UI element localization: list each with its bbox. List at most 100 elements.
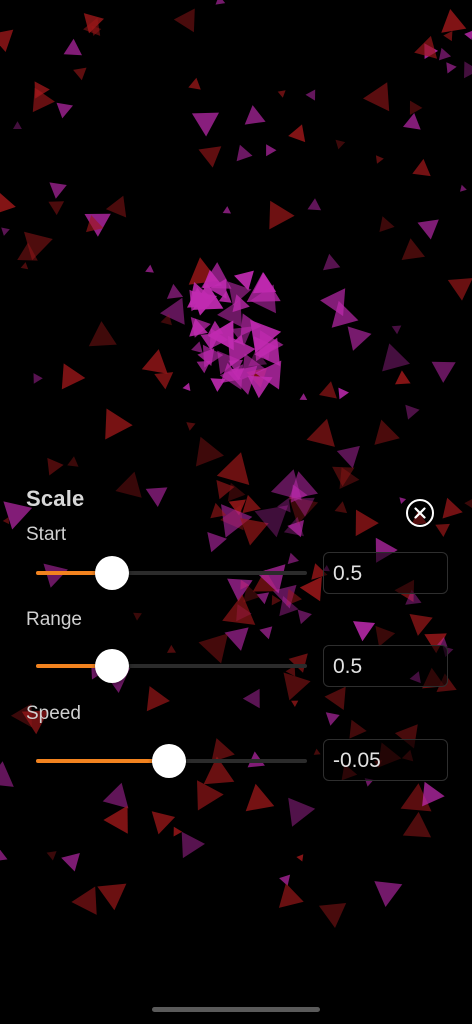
particle-triangle [20, 262, 29, 270]
particle-triangle [97, 883, 127, 911]
particle-triangle [154, 372, 174, 390]
particle-triangle [335, 139, 346, 150]
particle-triangle [325, 712, 340, 726]
slider-thumb[interactable] [151, 744, 186, 778]
slider-thumb[interactable] [94, 649, 129, 683]
particle-triangle [191, 112, 219, 137]
particle-triangle [46, 851, 57, 861]
particle-triangle [13, 121, 22, 129]
range-value-field[interactable]: 0.5 [323, 645, 448, 687]
particle-triangle [71, 886, 97, 915]
particle-triangle [227, 482, 246, 502]
particle-triangle [464, 61, 472, 79]
particle-triangle [323, 253, 341, 271]
particle-triangle [256, 592, 270, 605]
particle-triangle [464, 30, 472, 40]
particle-triangle [395, 370, 411, 385]
particle-triangle [441, 9, 467, 33]
particle-triangle [288, 797, 316, 827]
start-slider[interactable] [36, 556, 307, 590]
particle-triangle [266, 144, 277, 157]
particle-triangle [247, 375, 273, 399]
particle-triangle [347, 326, 372, 351]
particle-triangle [242, 494, 261, 514]
particle-triangle [0, 193, 16, 213]
particle-triangle [324, 686, 346, 710]
particle-triangle [269, 200, 295, 230]
particle-triangle [210, 378, 226, 392]
particle-triangle [63, 38, 82, 56]
particle-triangle [242, 688, 260, 709]
particle-triangle [438, 47, 452, 61]
particle-triangle [48, 201, 65, 216]
particle-triangle [181, 831, 205, 859]
particle-triangle [198, 146, 222, 168]
particle-triangle [442, 497, 463, 519]
particle-triangle [349, 719, 367, 739]
particle-triangle [103, 805, 128, 834]
particle-triangle [2, 517, 10, 525]
home-indicator[interactable] [152, 1007, 320, 1012]
particle-triangle [215, 0, 226, 5]
particle-triangle [379, 216, 395, 232]
particle-triangle [279, 874, 291, 886]
particle-triangle [207, 320, 224, 335]
particle-triangle [145, 487, 168, 507]
particle-triangle [216, 452, 250, 485]
panel-title: Scale [26, 486, 85, 511]
particle-triangle [318, 903, 347, 928]
particle-triangle [47, 457, 64, 476]
particle-triangle [151, 811, 176, 835]
slider-thumb[interactable] [94, 556, 129, 590]
particle-triangle [334, 501, 348, 514]
particle-triangle [283, 672, 311, 701]
particle-triangle [409, 614, 433, 636]
particle-triangle [375, 625, 396, 647]
particle-triangle [306, 418, 335, 447]
particle-triangle [245, 783, 275, 812]
particle-triangle [353, 621, 376, 642]
particle-emitter-screen: Scale Start 0.5 Range 0.5 Speed -0.05 [0, 0, 472, 1024]
particle-triangle [133, 612, 142, 621]
particle-triangle [88, 321, 117, 347]
start-value-field[interactable]: 0.5 [323, 552, 448, 594]
particle-triangle [403, 113, 421, 130]
particle-triangle [401, 238, 425, 260]
slider-fill [36, 759, 169, 763]
particle-triangle [195, 436, 224, 467]
particle-triangle [207, 532, 227, 553]
particle-triangle [222, 206, 231, 214]
particle-triangle [319, 381, 337, 399]
particle-triangle [460, 184, 467, 192]
particle-triangle [391, 325, 402, 335]
particle-triangle [443, 31, 453, 42]
particle-triangle [447, 278, 472, 301]
particle-triangle [191, 341, 203, 353]
particle-triangle [33, 373, 43, 384]
range-slider[interactable] [36, 649, 307, 683]
speed-slider[interactable] [36, 744, 307, 778]
particle-triangle [105, 408, 133, 440]
particle-triangle [0, 761, 14, 787]
particle-triangle [236, 144, 253, 162]
particle-triangle [197, 780, 224, 811]
start-label: Start [26, 524, 67, 545]
particle-triangle [166, 283, 184, 299]
particle-triangle [375, 155, 384, 164]
speed-label: Speed [26, 703, 81, 724]
particle-triangle [374, 881, 403, 907]
particle-triangle [414, 35, 438, 59]
particle-triangle [446, 62, 457, 74]
particle-triangle [167, 644, 176, 653]
particle-triangle [49, 182, 67, 199]
particle-triangle [56, 102, 73, 119]
close-circle-icon[interactable] [405, 498, 435, 528]
speed-value-field[interactable]: -0.05 [323, 739, 448, 781]
particle-triangle [291, 700, 299, 707]
particle-triangle [355, 509, 379, 537]
particle-triangle [336, 445, 360, 469]
particle-triangle [115, 471, 142, 498]
particle-triangle [173, 826, 183, 837]
particle-triangle [145, 264, 154, 273]
particle-triangle [307, 198, 322, 211]
